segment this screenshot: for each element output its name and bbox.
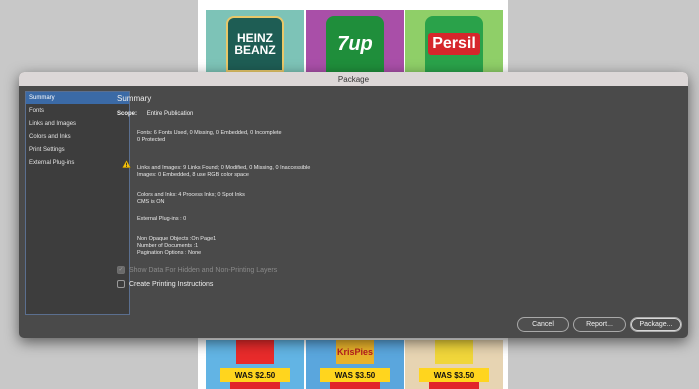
document-summary: Non Opaque Objects :On Page1 Number of D… (137, 236, 216, 257)
sidebar-item-print-settings[interactable]: Print Settings (26, 144, 129, 156)
product-tile-heinz: HEINZ BEANZ (206, 10, 304, 72)
product-tile-bottom-1: WAS $2.50 (206, 340, 304, 389)
scope-value: Entire Publication (146, 111, 194, 117)
cancel-button[interactable]: Cancel (517, 317, 569, 332)
price-tag-red (429, 382, 479, 389)
sidebar-item-summary[interactable]: Summary (26, 92, 129, 104)
price-tag-red (230, 382, 280, 389)
show-hidden-layers-option: ✓ Show Data For Hidden and Non-Printing … (117, 266, 277, 274)
sidebar-item-external-plugins[interactable]: External Plug-ins (26, 157, 129, 169)
price-tag: WAS $3.50 (320, 368, 390, 382)
colors-summary: Colors and Inks: 4 Process Inks; 0 Spot … (137, 192, 245, 206)
sidebar-item-links-and-images[interactable]: Links and Images (26, 118, 129, 130)
colors-summary-line: Colors and Inks: 4 Process Inks; 0 Spot … (137, 192, 245, 198)
sidebar-item-colors-and-inks[interactable]: Colors and Inks (26, 131, 129, 143)
price-tag: WAS $3.50 (419, 368, 489, 382)
persil-box-image: Persil (425, 16, 483, 72)
package-button[interactable]: Package... (630, 317, 682, 332)
show-hidden-layers-label: Show Data For Hidden and Non-Printing La… (129, 266, 278, 274)
package-dialog: Package Summary Fonts Links and Images C… (19, 72, 688, 338)
report-button[interactable]: Report... (573, 317, 626, 332)
plugins-summary: External Plug-ins : 0 (137, 216, 187, 222)
dialog-title: Package (19, 72, 688, 86)
links-summary-line: Links and Images: 9 Links Found; 0 Modif… (137, 165, 311, 171)
product-tile-7up: 7up (306, 10, 404, 72)
document-count-line: Number of Documents :1 (137, 243, 199, 249)
krispies-logo: KrisPies (336, 340, 374, 364)
create-printing-instructions-option[interactable]: Create Printing Instructions (117, 280, 213, 288)
scope-label: Scope: (117, 111, 138, 117)
product-tile-persil: Persil (405, 10, 503, 72)
create-printing-instructions-label[interactable]: Create Printing Instructions (129, 281, 213, 288)
heinz-can-image: HEINZ BEANZ (226, 16, 284, 72)
product-tile-bottom-3: WAS $3.50 (405, 340, 503, 389)
persil-logo-text: Persil (428, 33, 480, 55)
fonts-protected-line: 0 Protected (137, 137, 166, 143)
price-tag-red (330, 382, 380, 389)
price-tag: WAS $2.50 (220, 368, 290, 382)
links-summary: Links and Images: 9 Links Found; 0 Modif… (137, 165, 310, 179)
show-hidden-layers-checkbox: ✓ (117, 266, 125, 274)
images-summary-line: Images: 0 Embedded, 8 use RGB color spac… (137, 172, 249, 178)
scope-row: Scope: Entire Publication (117, 111, 193, 117)
product-image-3 (435, 340, 473, 364)
cms-status-line: CMS is ON (137, 199, 165, 205)
package-sidebar: Summary Fonts Links and Images Colors an… (25, 91, 130, 315)
pagination-line: Pagination Options : None (137, 250, 202, 256)
fonts-summary: Fonts: 6 Fonts Used, 0 Missing, 0 Embedd… (137, 130, 282, 144)
product-tile-bottom-2: KrisPies WAS $3.50 (306, 340, 404, 389)
create-printing-instructions-checkbox[interactable] (117, 280, 125, 288)
warning-icon (122, 160, 131, 168)
non-opaque-objects-line: Non Opaque Objects :On Page1 (137, 236, 217, 242)
fonts-summary-line: Fonts: 6 Fonts Used, 0 Missing, 0 Embedd… (137, 130, 282, 136)
product-image-1 (236, 340, 274, 364)
sidebar-item-fonts[interactable]: Fonts (26, 105, 129, 117)
7up-can-image: 7up (326, 16, 384, 72)
section-heading: Summary (117, 94, 152, 103)
